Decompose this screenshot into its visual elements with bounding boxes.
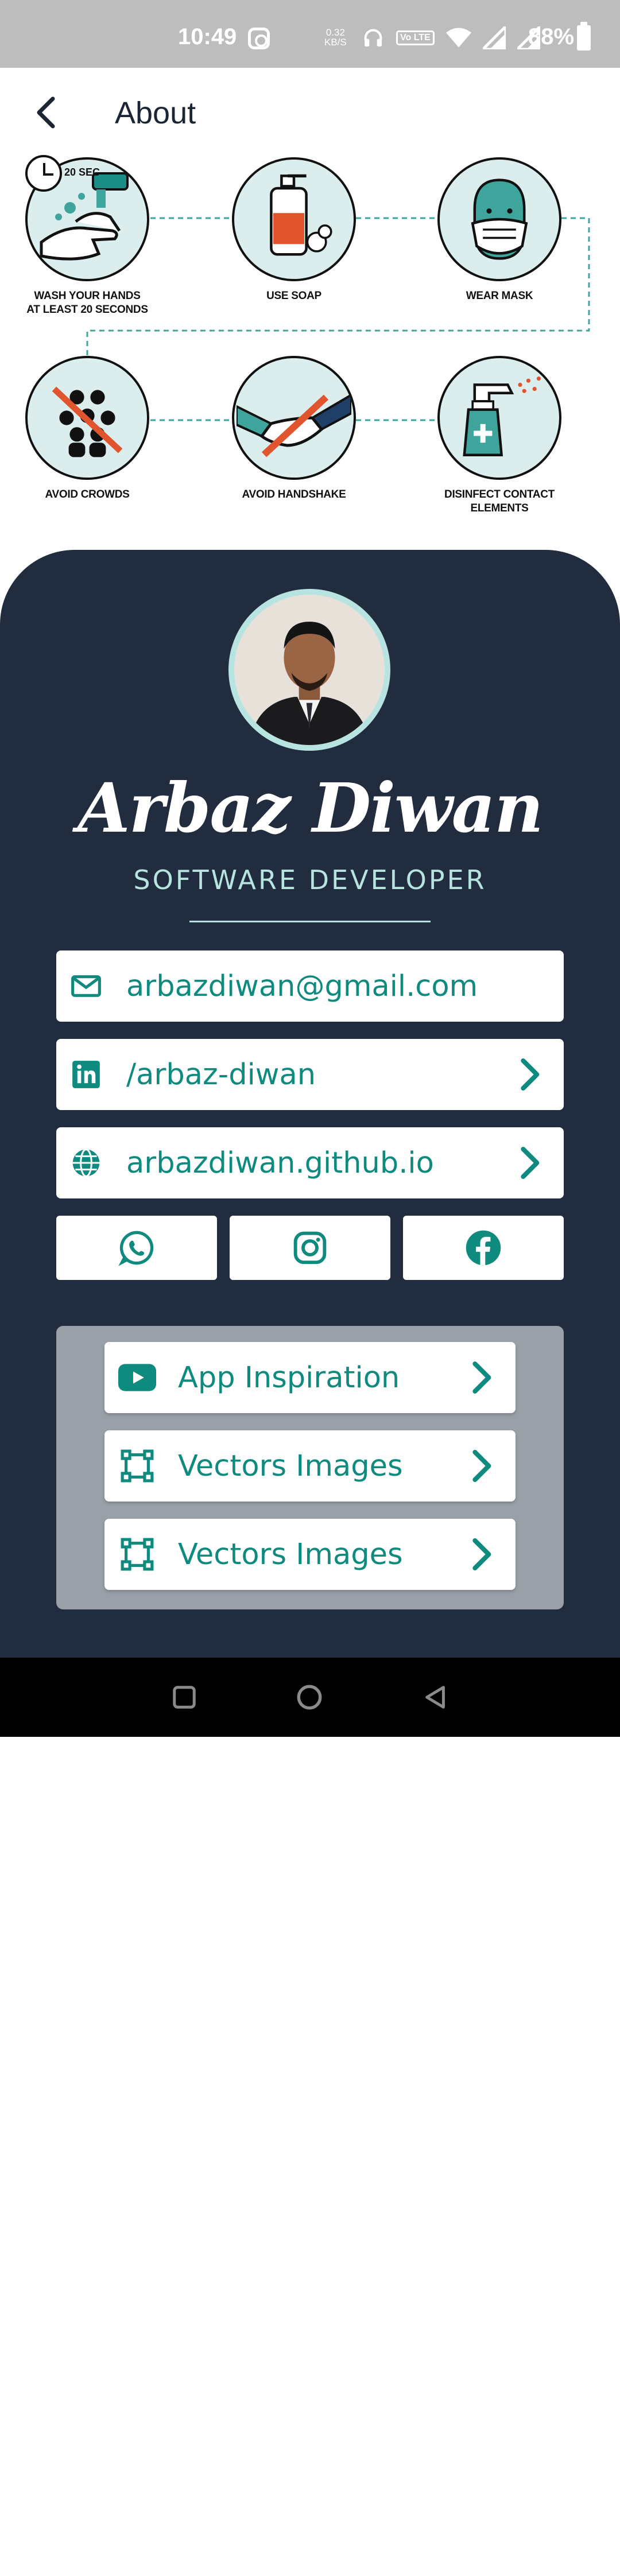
hygiene-illustration: WASH YOUR HANDS AT LEAST 20 SECONDS 20 S… <box>0 149 620 517</box>
profile-name: Arbaz Diwan <box>78 768 544 848</box>
app-bar: About <box>0 68 620 160</box>
hygiene-item-handshake: AVOID HANDSHAKE <box>219 356 369 502</box>
hygiene-label: WEAR MASK <box>466 290 533 302</box>
profile-role: SOFTWARE DEVELOPER <box>133 864 487 895</box>
contact-website[interactable]: arbazdiwan.github.io <box>56 1127 564 1198</box>
contact-website-text: arbazdiwan.github.io <box>126 1146 434 1180</box>
globe-icon <box>68 1145 104 1181</box>
chevron-right-icon <box>472 1538 491 1570</box>
role-divider <box>189 921 431 922</box>
link-app-inspiration[interactable]: App Inspiration <box>104 1342 516 1413</box>
hygiene-label: AVOID HANDSHAKE <box>242 488 346 501</box>
whatsapp-icon <box>118 1231 154 1266</box>
contact-linkedin[interactable]: /arbaz-diwan <box>56 1039 564 1110</box>
wifi-icon <box>445 28 471 48</box>
status-icons: Vo LTE <box>362 25 540 51</box>
soap-icon <box>232 157 356 281</box>
network-speed: 0.32 KB/S <box>324 28 347 47</box>
hygiene-item-crowds: AVOID CROWDS <box>13 356 162 502</box>
system-nav-bar <box>0 1658 620 1737</box>
hygiene-label: AVOID CROWDS <box>45 488 130 501</box>
timer-label: 20 SEC <box>64 166 100 178</box>
chevron-right-icon <box>521 1058 540 1091</box>
vector-icon <box>117 1534 157 1574</box>
chevron-right-icon <box>521 1147 540 1179</box>
home-icon <box>297 1685 322 1710</box>
hygiene-label: WASH YOUR HANDS AT LEAST 20 SECONDS <box>26 290 148 316</box>
profile-card: Arbaz Diwan SOFTWARE DEVELOPER arbazdiwa… <box>0 550 620 1658</box>
link-label: App Inspiration <box>178 1360 400 1395</box>
crowd-icon <box>25 356 149 480</box>
link-vectors-images[interactable]: Vectors Images <box>104 1430 516 1502</box>
youtube-icon <box>117 1357 157 1398</box>
hygiene-label: DISINFECT CONTACT ELEMENTS <box>444 488 555 514</box>
link-label: Vectors Images <box>178 1537 403 1572</box>
contact-linkedin-text: /arbaz-diwan <box>126 1057 316 1092</box>
signal-icon <box>482 26 506 49</box>
vector-icon <box>117 1446 157 1486</box>
hygiene-item-soap: USE SOAP <box>219 157 369 303</box>
back-button[interactable] <box>23 90 69 135</box>
link-label: Vectors Images <box>178 1449 403 1483</box>
hygiene-label: USE SOAP <box>266 290 321 302</box>
chevron-right-icon <box>472 1450 491 1482</box>
recents-button[interactable] <box>165 1678 203 1716</box>
contact-email-text: arbazdiwan@gmail.com <box>126 969 478 1003</box>
spray-icon <box>437 356 561 480</box>
hygiene-item-disinfect: DISINFECT CONTACT ELEMENTS <box>425 356 574 515</box>
volte-icon: Vo LTE <box>396 30 435 45</box>
links-panel: App Inspiration Vectors Images Vectors I… <box>56 1326 564 1609</box>
mask-icon <box>437 157 561 281</box>
handshake-icon <box>232 356 356 480</box>
nav-back-button[interactable] <box>417 1678 455 1716</box>
linkedin-icon <box>68 1056 104 1093</box>
page-title: About <box>115 96 196 130</box>
status-time: 10:49 <box>178 24 237 49</box>
facebook-button[interactable] <box>403 1216 564 1280</box>
chevron-right-icon <box>472 1361 491 1394</box>
email-icon <box>68 968 104 1004</box>
timer-icon <box>25 155 62 192</box>
arrow-back-icon <box>37 96 55 129</box>
hygiene-item-mask: WEAR MASK <box>425 157 574 303</box>
network-speed-unit: KB/S <box>324 37 347 48</box>
avatar <box>228 589 390 751</box>
whatsapp-button[interactable] <box>56 1216 217 1280</box>
back-icon <box>425 1686 445 1709</box>
contact-email[interactable]: arbazdiwan@gmail.com <box>56 951 564 1022</box>
headphones-icon <box>364 29 382 46</box>
instagram-button[interactable] <box>230 1216 390 1280</box>
battery-icon <box>577 22 591 51</box>
link-vectors-images-2[interactable]: Vectors Images <box>104 1519 516 1590</box>
status-bar: 10:49 0.32 KB/S Vo LTE 88% <box>0 0 620 68</box>
recents-icon <box>173 1686 196 1709</box>
instagram-notification-icon <box>248 28 270 49</box>
social-buttons <box>56 1216 564 1280</box>
instagram-icon <box>293 1231 327 1264</box>
battery-percent: 88% <box>528 24 575 49</box>
home-button[interactable] <box>290 1678 328 1716</box>
facebook-icon <box>466 1230 501 1266</box>
